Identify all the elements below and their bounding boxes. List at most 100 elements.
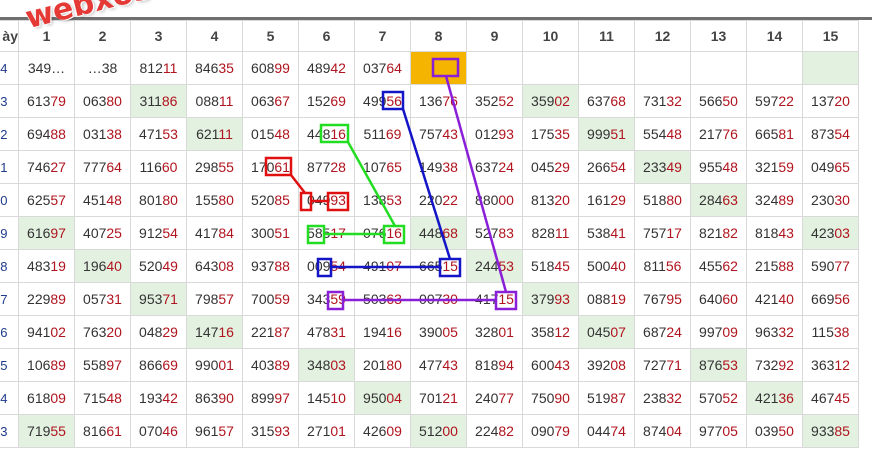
result-number: 09079 [531, 423, 570, 439]
result-number: 75717 [643, 225, 682, 241]
result-number: 27101 [307, 423, 346, 439]
result-cell: 22989 [18, 282, 75, 316]
result-number: 13676 [419, 93, 458, 109]
result-cell: 96332 [746, 315, 803, 349]
result-cell: 11660 [130, 150, 187, 184]
result-cell: 27101 [298, 414, 355, 448]
result-cell: 31186 [130, 84, 187, 118]
result-number: 81156 [643, 258, 682, 274]
result-cell: 04474 [578, 414, 635, 448]
result-cell: 62557 [18, 183, 75, 217]
result-cell: 64060 [690, 282, 747, 316]
result-cell: 34359 [298, 282, 355, 316]
result-cell: 82811 [522, 216, 579, 250]
result-number: 52049 [139, 258, 178, 274]
result-cell: 87354 [802, 117, 859, 151]
result-cell: 13853 [354, 183, 411, 217]
result-cell: 89997 [242, 381, 299, 415]
result-number: 13853 [363, 192, 402, 208]
table-row: 15 10689 55897 86669 99001 40389 34803 20180 477… [0, 348, 859, 382]
result-number: 39005 [419, 324, 458, 340]
result-number: 01548 [251, 126, 290, 142]
result-number: 00730 [419, 291, 458, 307]
result-number: 03764 [363, 60, 402, 76]
result-number: 44868 [419, 225, 458, 241]
result-cell: 49107 [354, 249, 411, 283]
result-cell: 17535 [522, 117, 579, 151]
result-cell: 13676 [410, 84, 467, 118]
column-header: 11 [578, 20, 635, 52]
result-cell: 32489 [746, 183, 803, 217]
result-cell: 91254 [130, 216, 187, 250]
result-cell [746, 51, 803, 85]
result-cell: 63768 [578, 84, 635, 118]
result-cell: 50040 [578, 249, 635, 283]
result-number: 47831 [307, 324, 346, 340]
result-number: 74627 [27, 159, 66, 175]
result-cell: 82182 [690, 216, 747, 250]
result-number: 94102 [27, 324, 66, 340]
column-header: 5 [242, 20, 299, 52]
result-number: 23832 [643, 390, 682, 406]
result-number: 50040 [587, 258, 626, 274]
result-cell: 16129 [578, 183, 635, 217]
result-cell: 68724 [634, 315, 691, 349]
result-number: 89997 [251, 390, 290, 406]
result-number: 66515 [419, 258, 458, 274]
result-number: 34359 [307, 291, 346, 307]
result-cell: 04507 [578, 315, 635, 349]
result-number: 11538 [811, 324, 850, 340]
result-number: 11660 [139, 159, 178, 175]
table-row: 16 94102 76320 04829 14716 22187 47831 19416 390… [0, 315, 859, 349]
result-cell: 66515 [410, 249, 467, 283]
result-number: 48319 [27, 258, 66, 274]
result-cell: 59077 [802, 249, 859, 283]
result-number: 19640 [83, 258, 122, 274]
result-number: 91254 [139, 225, 178, 241]
result-cell: 42303 [802, 216, 859, 250]
result-number: 64060 [699, 291, 738, 307]
result-number: 07046 [139, 423, 178, 439]
result-cell: 07616 [354, 216, 411, 250]
result-number: 71955 [27, 423, 66, 439]
result-number: 14510 [307, 390, 346, 406]
result-cell: 47153 [130, 117, 187, 151]
row-label: 15 [0, 348, 19, 382]
result-cell: 41715 [466, 282, 523, 316]
table-row: 21 74627 77764 11660 29855 17061 87728 10765 149… [0, 150, 859, 184]
result-cell: 03764 [354, 51, 411, 85]
result-cell: 96157 [186, 414, 243, 448]
result-number: 03950 [755, 423, 794, 439]
result-cell: 14938 [410, 150, 467, 184]
result-cell: 21776 [690, 117, 747, 151]
result-number: 57052 [699, 390, 738, 406]
row-label: 19 [0, 216, 19, 250]
result-number: 87354 [811, 126, 850, 142]
result-number: 28463 [699, 192, 738, 208]
result-number: 76320 [83, 324, 122, 340]
result-number: 75090 [531, 390, 570, 406]
result-number: 17535 [531, 126, 570, 142]
result-number: 47743 [419, 357, 458, 373]
result-cell: 55448 [634, 117, 691, 151]
result-number: 04993 [307, 192, 346, 208]
column-header: 13 [690, 20, 747, 52]
result-cell: 72771 [634, 348, 691, 382]
result-number: 19342 [139, 390, 178, 406]
result-number: 01293 [475, 126, 514, 142]
result-cell: 61379 [18, 84, 75, 118]
result-number: 35252 [475, 93, 514, 109]
result-number: 23030 [811, 192, 850, 208]
result-cell: 35252 [466, 84, 523, 118]
result-cell: 51169 [354, 117, 411, 151]
result-cell: 41784 [186, 216, 243, 250]
result-number: 99709 [699, 324, 738, 340]
result-number: 20180 [363, 357, 402, 373]
result-number: 52085 [251, 192, 290, 208]
result-cell: 11538 [802, 315, 859, 349]
result-cell: 03950 [746, 414, 803, 448]
result-number: 95004 [363, 390, 402, 406]
result-number: 16129 [587, 192, 626, 208]
result-cell: 95004 [354, 381, 411, 415]
result-cell: 81156 [634, 249, 691, 283]
